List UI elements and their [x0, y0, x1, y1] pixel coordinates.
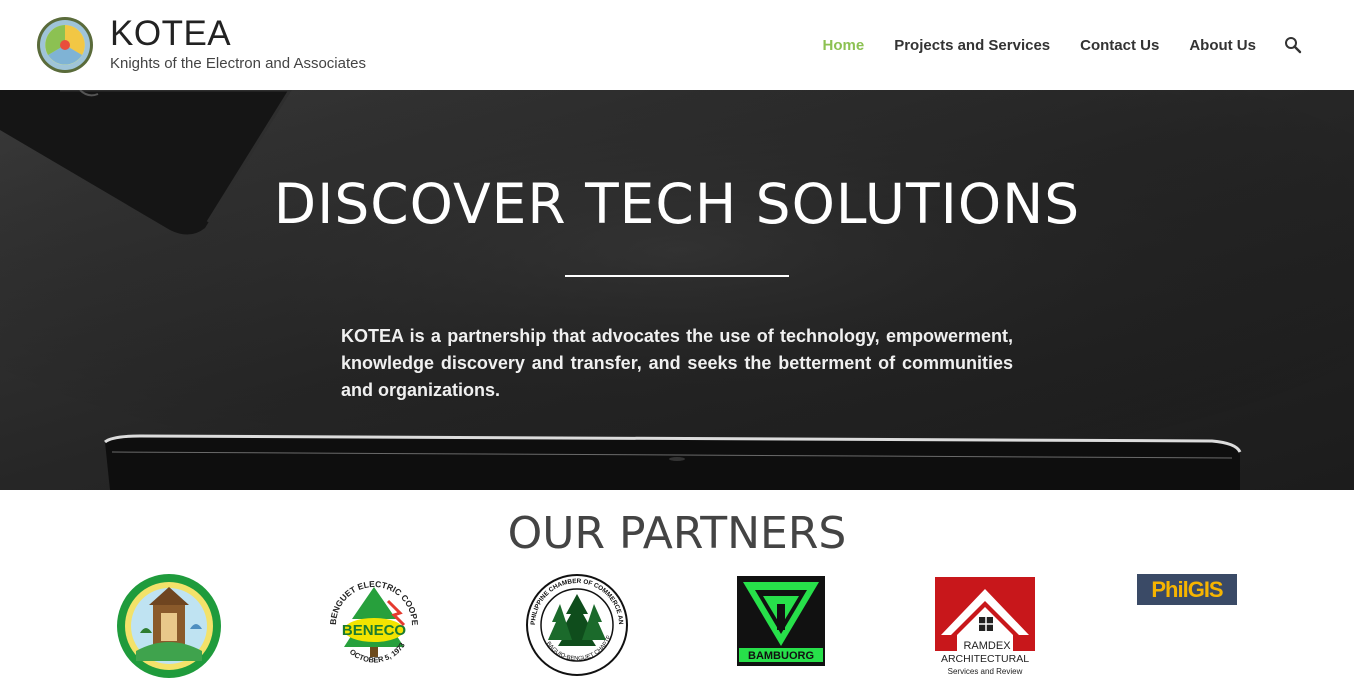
- nav-home[interactable]: Home: [823, 37, 865, 54]
- hero-background-image: [0, 90, 1354, 490]
- ramdex-services-text: Services and Review: [948, 667, 1023, 676]
- ramdex-text: RAMDEX: [963, 640, 1011, 652]
- hero-banner: DISCOVER TECH SOLUTIONS KOTEA is a partn…: [0, 90, 1354, 490]
- site-logo[interactable]: [35, 16, 95, 74]
- bambuorg-text: BAMBUORG: [748, 650, 814, 662]
- nav-contact-us[interactable]: Contact Us: [1080, 37, 1159, 54]
- nav-about-us[interactable]: About Us: [1189, 37, 1256, 54]
- search-icon[interactable]: [1284, 36, 1302, 54]
- partner-logo-seal[interactable]: [116, 573, 222, 679]
- main-nav: Home Projects and Services Contact Us Ab…: [793, 0, 1366, 90]
- partner-logo-beneco[interactable]: BENGUET ELECTRIC COOPERATIVE INC BENECO …: [322, 573, 426, 677]
- partners-title: OUR PARTNERS: [507, 508, 847, 559]
- ramdex-architectural-text: ARCHITECTURAL: [941, 653, 1029, 665]
- site-header: KOTEA Knights of the Electron and Associ…: [0, 0, 1366, 90]
- hero-title: DISCOVER TECH SOLUTIONS: [273, 172, 1081, 236]
- partner-logo-bambuorg[interactable]: BAMBUORG: [737, 576, 829, 670]
- beneco-logo-text: BENECO: [342, 622, 407, 639]
- site-tagline: Knights of the Electron and Associates: [110, 55, 366, 72]
- partner-logo-chamber[interactable]: PHILIPPINE CHAMBER OF COMMERCE AND INDUS…: [526, 574, 628, 676]
- philgis-text: PhilGIS: [1151, 577, 1223, 602]
- hero-description: KOTEA is a partnership that advocates th…: [341, 326, 1013, 400]
- site-title[interactable]: KOTEA: [110, 14, 231, 54]
- hero-divider: [565, 275, 789, 277]
- partner-logo-ramdex[interactable]: RAMDEX ARCHITECTURAL Services and Review: [935, 577, 1037, 677]
- nav-projects-and-services[interactable]: Projects and Services: [894, 37, 1050, 54]
- partner-logo-philgis[interactable]: PhilGIS: [1137, 574, 1237, 605]
- scrollbar-track[interactable]: [1354, 90, 1366, 678]
